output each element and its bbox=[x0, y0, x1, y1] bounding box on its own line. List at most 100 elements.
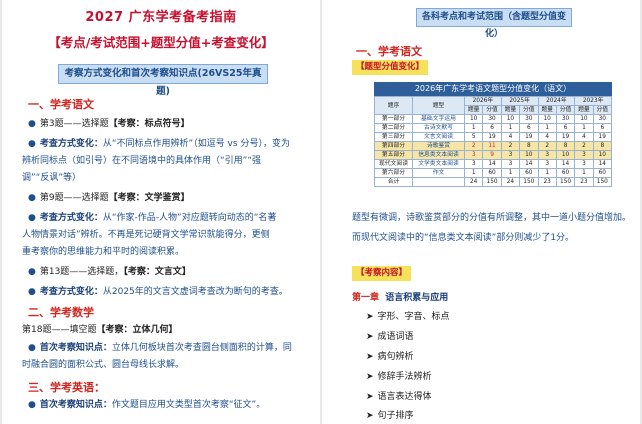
list-item: ➤ 字形、字音、标点 bbox=[366, 312, 450, 322]
english-first: ● 首次考察知识点：作文题目应用文类型首次考察“征文”。 bbox=[28, 400, 266, 410]
cell-part: 合计 bbox=[374, 177, 413, 187]
list-item: ➤ 成语词语 bbox=[366, 332, 414, 342]
chinese-heading: 一、学考语文 bbox=[28, 98, 94, 111]
math-first-line2: 时融合圆的面积公式、圆台母线长求解。 bbox=[22, 360, 185, 370]
header-sub: 分值 bbox=[555, 105, 576, 115]
cell-value: 10 bbox=[463, 114, 484, 124]
page-subtitle: 【考点/考试范围+题型分值+考查变化】 bbox=[48, 35, 274, 50]
cell-value: 5 bbox=[463, 132, 484, 142]
table-row: 合计 24 150 24 150 23 150 23 150 bbox=[374, 177, 613, 187]
section-banner: 考察方式变化和首次考察知识点(26VS25年真题) bbox=[58, 64, 268, 97]
change-note-2: 而现代文阅读中的“信息类文本阅读”部分则减少了1分。 bbox=[352, 233, 575, 243]
table-row: 第三部分 文言文阅读 5 19 4 19 4 19 4 19 bbox=[374, 132, 613, 142]
cell-value: 23 bbox=[574, 177, 594, 187]
cell-value: 1 bbox=[463, 168, 484, 178]
cell-value: 10 bbox=[500, 114, 521, 124]
cell-value: 150 bbox=[519, 177, 539, 187]
cell-value: 19 bbox=[519, 132, 539, 142]
cell-type: 作文 bbox=[412, 168, 465, 178]
score-change-tag: 【题型分值变化】 bbox=[352, 60, 429, 75]
list-item: ➤ 病句辨析 bbox=[366, 352, 414, 362]
cell-value: 3 bbox=[463, 159, 484, 169]
cell-value: 24 bbox=[463, 177, 484, 187]
table-row: 第六部分 作文 1 60 1 60 1 60 1 60 bbox=[374, 168, 613, 178]
cell-value: 3 bbox=[574, 150, 594, 160]
cell-type: 文学类文本阅读 bbox=[412, 159, 465, 169]
cell-value: 8 bbox=[592, 141, 613, 151]
math-first: ● 首次考察知识点：立体几何板块首次考查圆台侧面积的计算，同 bbox=[28, 343, 292, 353]
table-row: 第一部分 基础文字运用 10 30 10 30 10 30 10 30 bbox=[374, 114, 613, 124]
header-year: 2026年 bbox=[464, 96, 502, 106]
q9-change-line3: 重考察你的思维能力和平时的阅读积累。 bbox=[22, 247, 185, 257]
list-item: ➤ 句子排序 bbox=[366, 411, 414, 421]
cell-value: 60 bbox=[519, 168, 539, 178]
cell-value: 1 bbox=[463, 123, 484, 133]
math-heading: 二、学考数学 bbox=[28, 306, 94, 319]
header-sub: 题量 bbox=[463, 105, 484, 115]
header-sub: 题量 bbox=[574, 105, 594, 115]
header-sub: 分值 bbox=[519, 105, 539, 115]
header-part: 题序 bbox=[374, 96, 413, 115]
cell-value: 10 bbox=[537, 114, 557, 124]
cell-part: 第二部分 bbox=[374, 123, 413, 133]
q18-item: 第18题——填空题【考察：立体几何】 bbox=[22, 325, 178, 335]
q9-item: ● 第9题——选择题【考察：文学鉴赏】 bbox=[28, 193, 190, 203]
cell-value: 30 bbox=[519, 114, 539, 124]
cell-value: 6 bbox=[519, 123, 539, 133]
cell-value: 30 bbox=[482, 114, 502, 124]
cell-type: 古诗文默写 bbox=[412, 123, 465, 133]
section-banner: 各科考点和考试范围（含题型分值变化） bbox=[416, 8, 572, 39]
list-item: ➤ 修辞手法辨析 bbox=[366, 372, 432, 382]
cell-value: 3 bbox=[500, 150, 521, 160]
cell-value: 6 bbox=[592, 123, 613, 133]
cell-part: 第三部分 bbox=[374, 132, 413, 142]
cell-value: 14 bbox=[592, 159, 613, 169]
cell-value: 10 bbox=[574, 114, 594, 124]
chapter-heading: 第一章 语言积累与应用 bbox=[352, 293, 449, 303]
cell-value: 30 bbox=[592, 114, 613, 124]
cell-part: 第一部分 bbox=[374, 114, 413, 124]
score-grid: 题序 题型 2026年 2025年 2024年 2023年 题量 分值 题量 分… bbox=[374, 96, 613, 187]
cell-value: 60 bbox=[482, 168, 502, 178]
page-title: 2027 广东学考备考指南 bbox=[85, 10, 237, 25]
cell-value: 11 bbox=[482, 141, 502, 151]
header-year: 2024年 bbox=[537, 96, 576, 106]
cell-value: 6 bbox=[482, 123, 502, 133]
right-page: 各科考点和考试范围（含题型分值变化） 一、学考语文 【题型分值变化】 2026年… bbox=[322, 0, 640, 424]
cell-type: 信息类文本阅读 bbox=[412, 150, 465, 160]
cell-value: 4 bbox=[537, 132, 557, 142]
q3-item: ● 第3题——选择题【考察：标点符号】 bbox=[28, 119, 190, 129]
cell-type bbox=[412, 177, 465, 187]
cell-type: 诗歌鉴赏 bbox=[412, 141, 465, 151]
cell-value: 1 bbox=[574, 168, 594, 178]
cell-part: 第五部分 bbox=[374, 150, 413, 160]
cell-value: 30 bbox=[555, 114, 576, 124]
cell-type: 基础文字运用 bbox=[412, 114, 465, 124]
cell-value: 60 bbox=[555, 168, 576, 178]
cell-value: 14 bbox=[519, 159, 539, 169]
cell-value: 14 bbox=[482, 159, 502, 169]
q3-change-line2: 辨析同标点（如引号）在不同语境中的具体作用（“引用”“强 bbox=[22, 156, 261, 166]
cell-part: 第六部分 bbox=[374, 168, 413, 178]
cell-value: 14 bbox=[555, 159, 576, 169]
cell-value: 4 bbox=[500, 132, 521, 142]
table-row: 第二部分 古诗文默写 1 6 1 6 1 6 1 6 bbox=[374, 123, 613, 133]
cell-value: 8 bbox=[519, 141, 539, 151]
cell-type: 文言文阅读 bbox=[412, 132, 465, 142]
cell-value: 24 bbox=[500, 177, 521, 187]
cell-part: 第四部分 bbox=[374, 141, 413, 151]
cell-value: 1 bbox=[500, 123, 521, 133]
q13-change: ● 考查方式变化：从2025年的文言文虚词考查改为断句的考查。 bbox=[28, 287, 288, 297]
cell-value: 150 bbox=[555, 177, 576, 187]
table-row: 现代文阅读 文学类文本阅读 3 14 3 14 3 14 3 14 bbox=[374, 159, 613, 169]
cell-value: 10 bbox=[592, 150, 613, 160]
cell-value: 1 bbox=[574, 123, 594, 133]
table-title: 2026年广东学考语文题型分值变化（语文） bbox=[374, 82, 612, 96]
cell-value: 2 bbox=[537, 141, 557, 151]
cell-value: 19 bbox=[482, 132, 502, 142]
cell-value: 3 bbox=[500, 159, 521, 169]
cell-value: 19 bbox=[555, 132, 576, 142]
cell-value: 3 bbox=[463, 150, 484, 160]
cell-value: 6 bbox=[555, 123, 576, 133]
header-sub: 题量 bbox=[500, 105, 521, 115]
